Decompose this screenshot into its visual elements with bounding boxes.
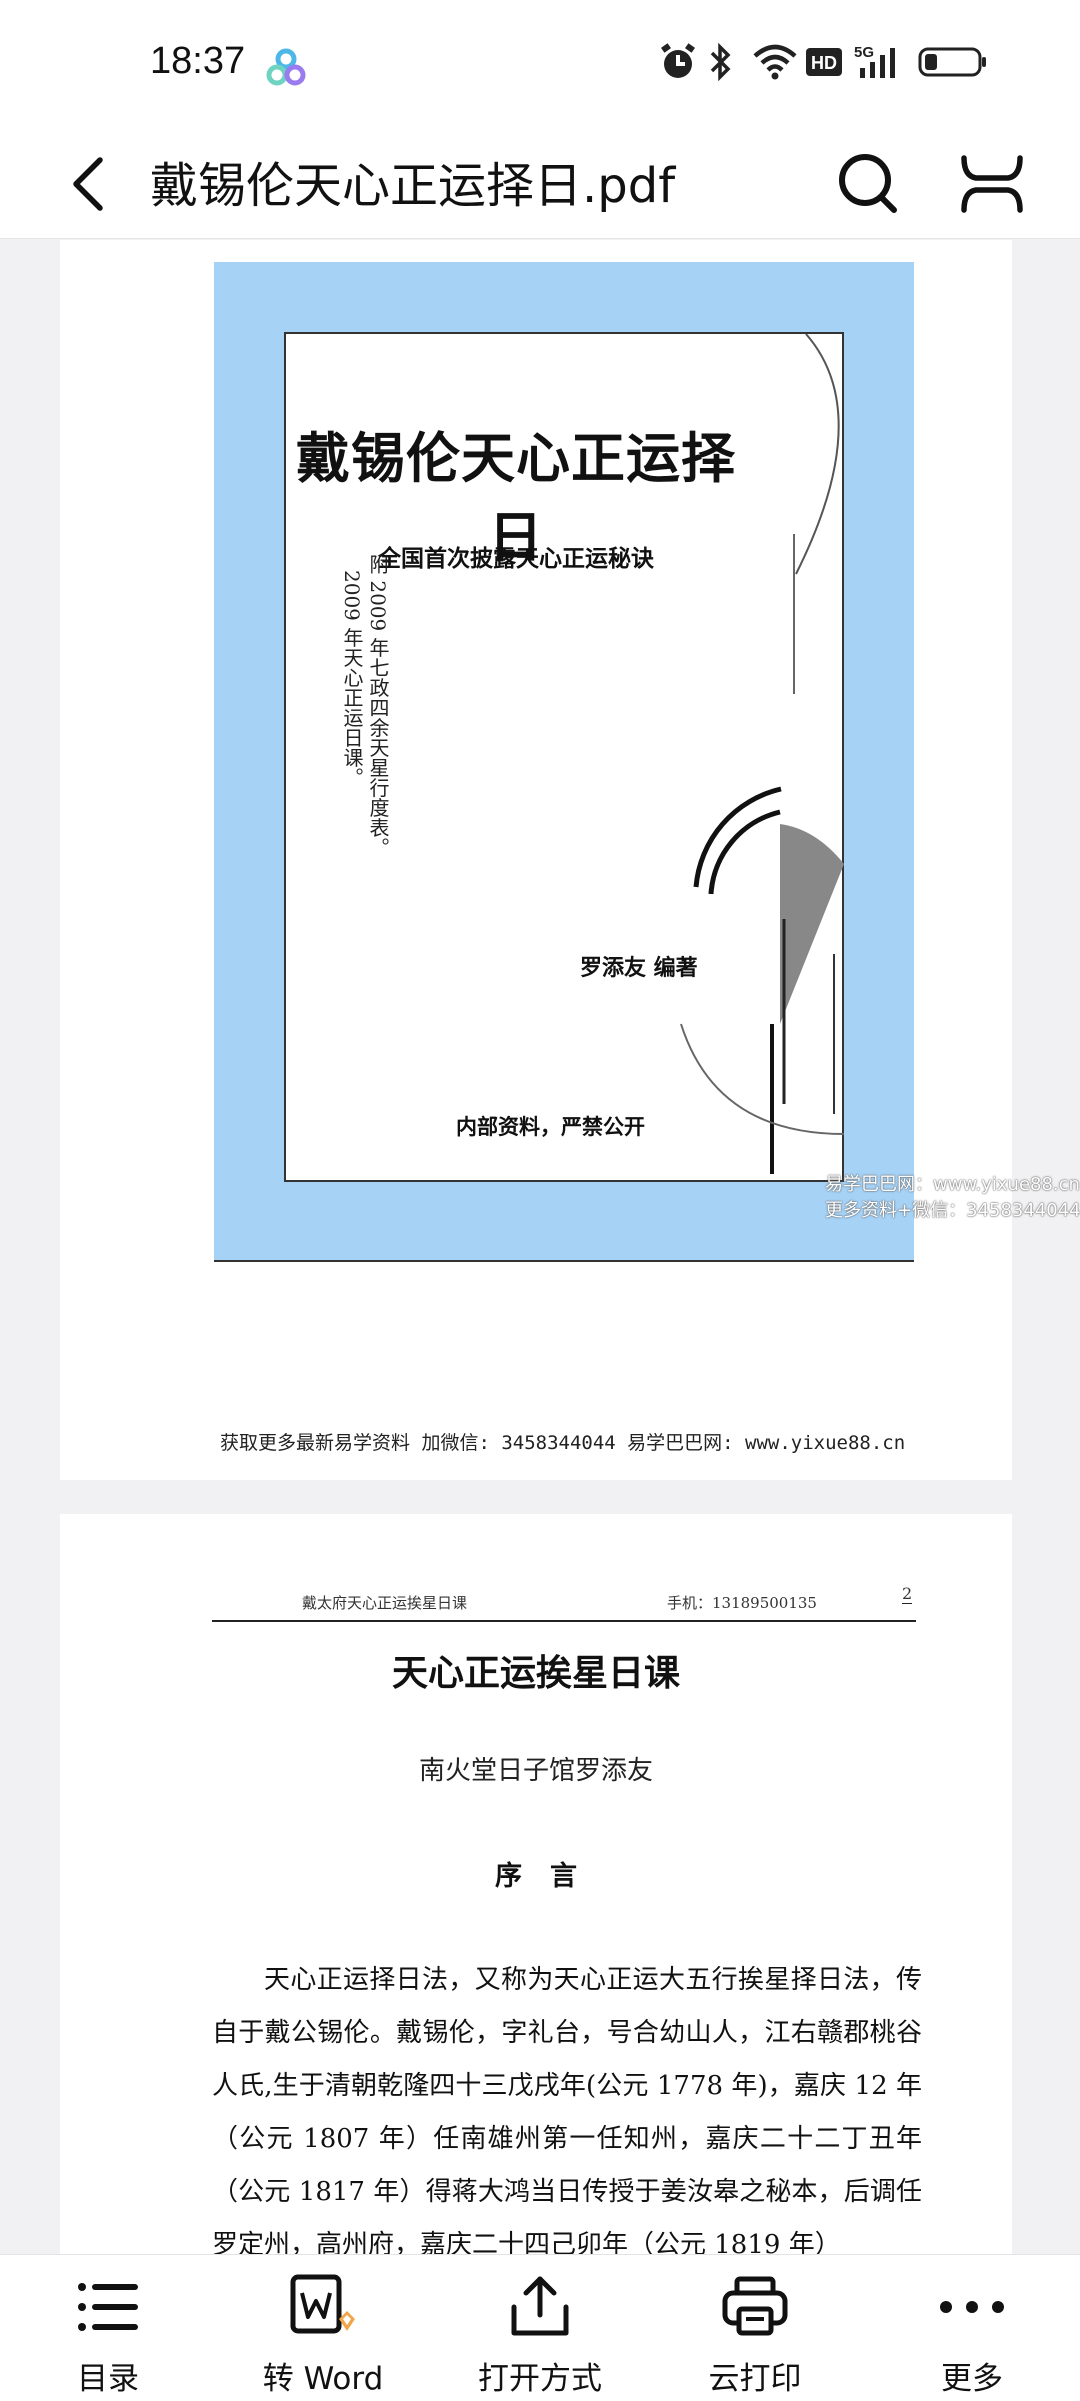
bottom-toolbar: 目录 转 Word 打开方式 云打印 更多 <box>0 2254 1080 2401</box>
hd-label: HD <box>811 53 837 73</box>
page2-author: 南火堂日子馆罗添友 <box>418 1756 653 1786</box>
bluetooth-icon <box>708 42 734 86</box>
more-icon <box>940 2301 1004 2313</box>
page2-running-header: 戴太府天心正运挨星日课 手机：13189500135 2 <box>212 1584 916 1622</box>
app-header: 戴锡伦天心正运择日.pdf <box>0 130 1080 239</box>
cover-subtitle: 全国首次披露天心正运秘诀 <box>378 546 654 572</box>
toc-label: 目录 <box>77 2361 139 2397</box>
toc-button[interactable]: 目录 <box>8 2255 208 2401</box>
search-icon <box>839 154 897 213</box>
cover-internal-notice: 内部资料，严禁公开 <box>456 1115 645 1139</box>
open-with-button[interactable]: 打开方式 <box>440 2255 640 2401</box>
cloud-print-label: 云打印 <box>708 2361 802 2397</box>
page-number: 2 <box>902 1584 913 1604</box>
cover-image: 戴锡伦天心正运择日 全国首次披露天心正运秘诀 附 2009 年七政四余天星行度表… <box>214 262 914 1262</box>
cover-author: 罗添友 编著 <box>580 956 698 981</box>
more-button[interactable]: 更多 <box>872 2255 1072 2401</box>
watermark-line-2: 更多资料+微信：3458344044 <box>825 1200 1080 1221</box>
split-view-button[interactable] <box>954 144 1030 220</box>
convert-word-button[interactable]: 转 Word <box>223 2255 423 2401</box>
section-heading: 序言 <box>495 1861 605 1892</box>
wifi-icon <box>752 42 798 86</box>
convert-word-icon <box>290 2274 355 2334</box>
page2-body: 天心正运择日法，又称为天心正运大五行挨星择日法，传自于戴公锡伦。戴锡伦，字礼台，… <box>212 1954 922 2254</box>
running-header-title: 戴太府天心正运挨星日课 <box>302 1594 468 1612</box>
search-button[interactable] <box>830 144 906 220</box>
watermark: 易学巴巴网：www.yixue88.cn 更多资料+微信：3458344044 <box>825 1172 1080 1224</box>
app-logo-icon <box>266 48 306 92</box>
network-label: 5G <box>854 44 874 61</box>
share-icon <box>511 2276 569 2336</box>
convert-word-label: 转 Word <box>262 2361 384 2397</box>
printer-icon <box>722 2276 788 2336</box>
watermark-line-1: 易学巴巴网：www.yixue88.cn <box>825 1174 1080 1195</box>
hd-icon: HD <box>805 42 843 86</box>
chevron-left-icon <box>73 157 103 211</box>
pdf-page-1: 戴锡伦天心正运择日 全国首次披露天心正运秘诀 附 2009 年七政四余天星行度表… <box>60 240 1080 1480</box>
signal-icon: 5G <box>854 42 900 86</box>
more-label: 更多 <box>941 2361 1003 2397</box>
split-view-icon <box>961 155 1023 213</box>
status-bar: 18:37 HD 5G <box>0 0 1080 130</box>
cloud-print-button[interactable]: 云打印 <box>655 2255 855 2401</box>
running-header-phone: 手机：13189500135 <box>667 1594 817 1612</box>
cover-inner-frame: 戴锡伦天心正运择日 全国首次披露天心正运秘诀 附 2009 年七政四余天星行度表… <box>284 332 845 1182</box>
battery-icon <box>918 42 988 86</box>
alarm-icon <box>660 42 696 86</box>
cover-appendix-1: 附 2009 年七政四余天星行度表。 <box>366 554 390 858</box>
document-title: 戴锡伦天心正运择日.pdf <box>150 158 676 214</box>
list-icon <box>78 2283 138 2331</box>
page2-title: 天心正运挨星日课 <box>391 1652 680 1694</box>
body-paragraph: 天心正运择日法，又称为天心正运大五行挨星择日法，传自于戴公锡伦。戴锡伦，字礼台，… <box>212 1965 922 2254</box>
pdf-page-2: 戴太府天心正运挨星日课 手机：13189500135 2 天心正运挨星日课 南火… <box>60 1514 1012 2254</box>
status-time: 18:37 <box>150 40 246 82</box>
back-button[interactable] <box>62 148 118 220</box>
page1-footer: 获取更多最新易学资料 加微信: 3458344044 易学巴巴网: www.yi… <box>220 1432 906 1454</box>
open-with-label: 打开方式 <box>478 2361 602 2397</box>
cover-appendix-2: 2009 年天心正运日课。 <box>340 570 364 788</box>
